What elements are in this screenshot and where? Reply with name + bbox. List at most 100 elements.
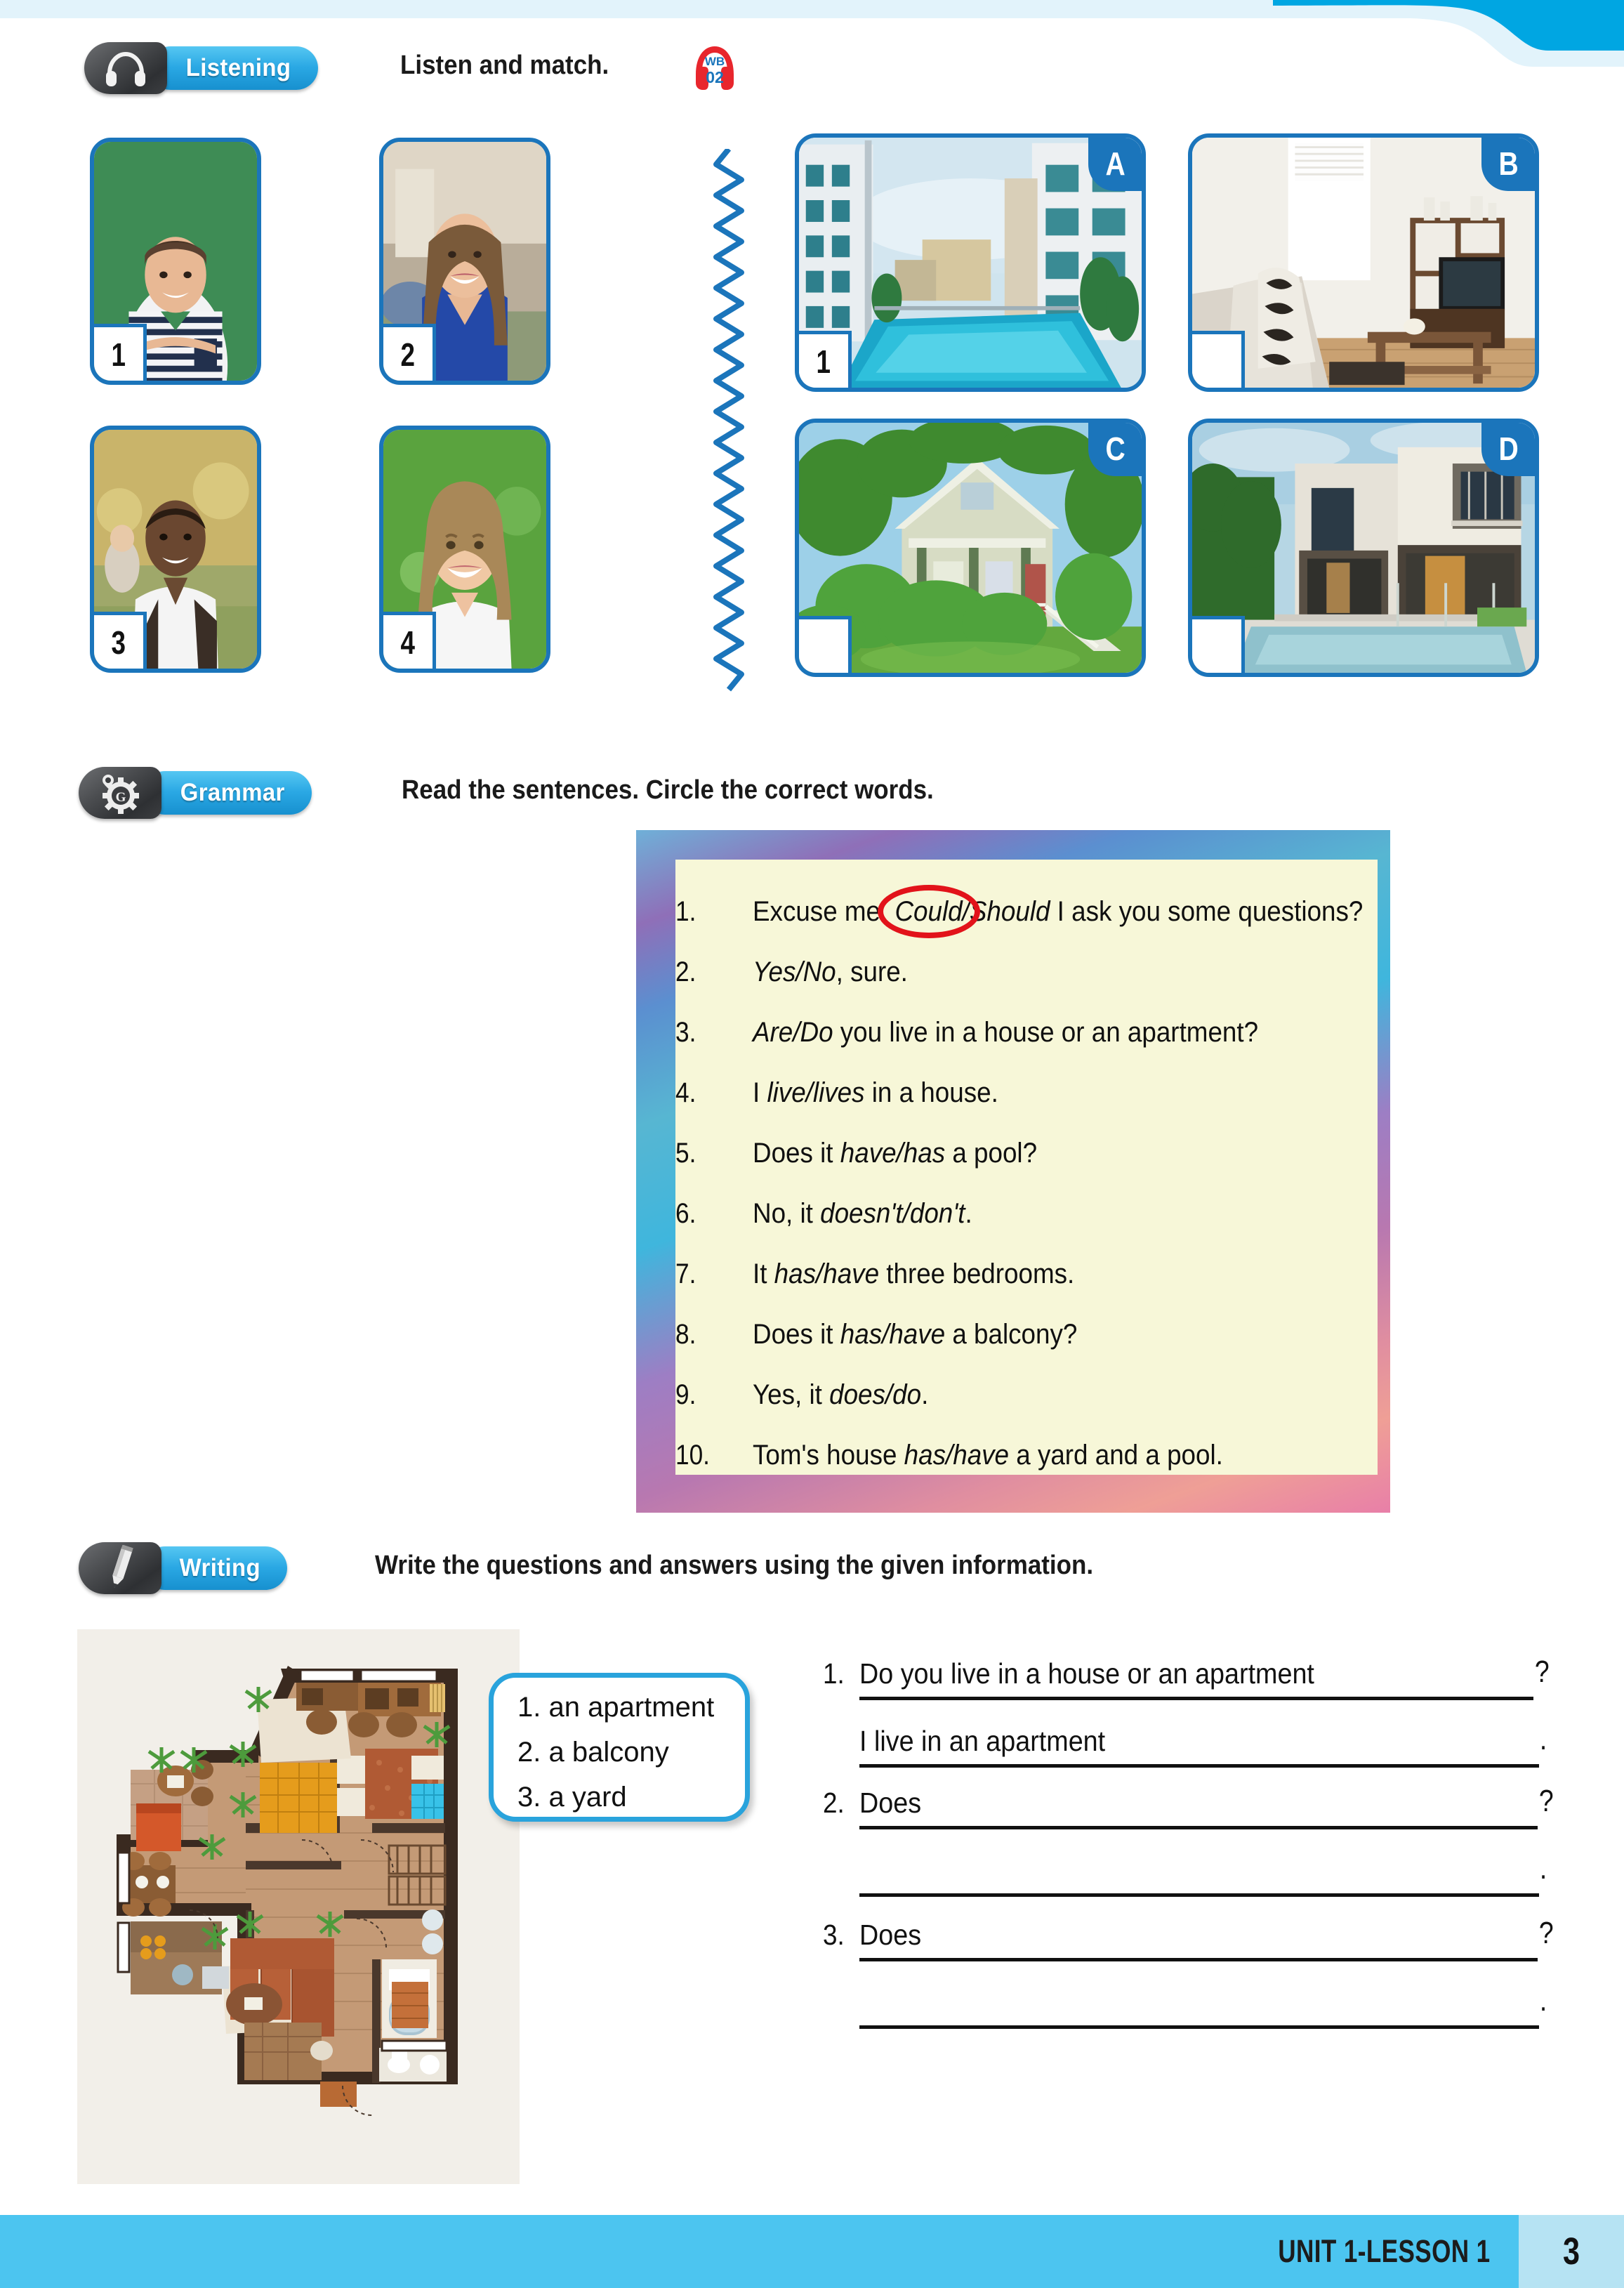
grammar-sentence-body-10: Tom's house has/have a yard and a pool. bbox=[753, 1440, 1223, 1471]
home-photo-card-a[interactable]: A 1 bbox=[795, 133, 1146, 392]
home-letter-badge-d: D bbox=[1481, 423, 1535, 476]
writing-item-2-question-mark: ? bbox=[1538, 1784, 1554, 1818]
home-answer-box-b[interactable] bbox=[1192, 331, 1245, 388]
word-bank-box: 1. an apartment 2. a balcony 3. a yard bbox=[489, 1673, 750, 1822]
grammar-sentence-body-6: No, it doesn't/don't. bbox=[753, 1198, 972, 1229]
grammar-box-inner: 1. Excuse me. Could/Should I ask you som… bbox=[675, 860, 1378, 1475]
writing-item-2-answer-mark: . bbox=[1539, 1851, 1547, 1886]
grammar-tab-pill: Grammar bbox=[143, 771, 312, 815]
grammar-sentence-body-9: Yes, it does/do. bbox=[753, 1379, 929, 1410]
home-photo-card-b[interactable]: B bbox=[1188, 133, 1539, 392]
writing-item-1-question-text: Do you live in a house or an apartment bbox=[859, 1657, 1314, 1690]
writing-item-2-answer-rule bbox=[859, 1893, 1539, 1897]
grammar-sentence-body-5: Does it have/has a pool? bbox=[753, 1138, 1038, 1169]
svg-text:G: G bbox=[116, 790, 126, 805]
gear-icon: G bbox=[79, 767, 161, 819]
grammar-instruction: Read the sentences. Circle the correct w… bbox=[402, 775, 934, 805]
person-number-3: 3 bbox=[111, 624, 126, 661]
writing-item-1-answer-rule bbox=[859, 1764, 1539, 1768]
page-number: 3 bbox=[1562, 2230, 1580, 2273]
home-letter-badge-b: B bbox=[1481, 138, 1535, 191]
home-photo-card-c[interactable]: C bbox=[795, 419, 1146, 677]
zigzag-divider bbox=[708, 147, 750, 700]
floorplan-image bbox=[77, 1629, 520, 2184]
writing-item-3-number: 3. bbox=[823, 1919, 845, 1951]
word-bank-item-1: 1. an apartment bbox=[517, 1692, 715, 1723]
listening-instruction: Listen and match. bbox=[400, 51, 609, 80]
pencil-icon bbox=[79, 1542, 161, 1594]
grammar-section-tab: G Grammar bbox=[79, 767, 312, 819]
header-swoosh-decoration bbox=[1231, 0, 1624, 84]
audio-badge-line2: 02 bbox=[706, 68, 724, 86]
listening-tab-pill: Listening bbox=[149, 46, 319, 90]
person-number-box-1: 1 bbox=[94, 324, 147, 381]
writing-item-3-answer-mark: . bbox=[1539, 1983, 1547, 2018]
home-letter-c: C bbox=[1105, 430, 1126, 467]
audio-badge-line1: WB bbox=[705, 55, 725, 68]
writing-tab-label: Writing bbox=[179, 1554, 261, 1582]
footer-page-cell: 3 bbox=[1519, 2215, 1624, 2288]
grammar-sentence-num-7: 7. bbox=[675, 1258, 697, 1289]
workbook-page: Listening Listen and match. WB 02 1 2 3 … bbox=[0, 0, 1624, 2288]
home-answer-box-d[interactable] bbox=[1192, 616, 1245, 673]
writing-tab-pill: Writing bbox=[143, 1546, 287, 1590]
writing-item-1-answer-mark: . bbox=[1539, 1722, 1547, 1756]
writing-item-2-number: 2. bbox=[823, 1787, 845, 1819]
grammar-box-frame: 1. Excuse me. Could/Should I ask you som… bbox=[636, 830, 1390, 1513]
writing-section-tab: Writing bbox=[79, 1542, 287, 1594]
word-bank-item-2: 2. a balcony bbox=[517, 1737, 669, 1768]
person-number-box-3: 3 bbox=[94, 612, 147, 669]
audio-track-badge[interactable]: WB 02 bbox=[692, 41, 738, 91]
grammar-sentence-num-9: 9. bbox=[675, 1379, 697, 1410]
writing-item-1-answer-text: I live in an apartment bbox=[859, 1725, 1106, 1757]
grammar-sentence-num-6: 6. bbox=[675, 1198, 697, 1229]
person-photo-card-3[interactable]: 3 bbox=[90, 426, 261, 673]
grammar-sentence-num-8: 8. bbox=[675, 1319, 697, 1350]
home-letter-b: B bbox=[1498, 145, 1519, 182]
person-photo-card-2[interactable]: 2 bbox=[379, 138, 550, 385]
person-number-2: 2 bbox=[400, 336, 415, 373]
grammar-sentence-body-7: It has/have three bedrooms. bbox=[753, 1258, 1075, 1289]
home-answer-box-c[interactable] bbox=[799, 616, 852, 673]
writing-item-3-question-mark: ? bbox=[1538, 1916, 1554, 1950]
grammar-sentence-num-1: 1. bbox=[675, 896, 697, 927]
person-number-4: 4 bbox=[400, 624, 415, 661]
footer-unit-label: UNIT 1-LESSON 1 bbox=[1278, 2233, 1491, 2269]
writing-item-2-question-rule bbox=[859, 1826, 1538, 1829]
home-answer-a: 1 bbox=[816, 343, 831, 380]
writing-item-3-answer-rule bbox=[859, 2025, 1539, 2029]
grammar-sentence-num-2: 2. bbox=[675, 956, 697, 987]
person-photo-card-4[interactable]: 4 bbox=[379, 426, 550, 673]
grammar-sentence-body-1: Excuse me. Could/Should I ask you some q… bbox=[753, 896, 1364, 927]
home-letter-badge-a: A bbox=[1088, 138, 1142, 191]
grammar-sentence-body-2: Yes/No, sure. bbox=[753, 956, 908, 987]
grammar-sentence-body-3: Are/Do you live in a house or an apartme… bbox=[753, 1017, 1259, 1048]
home-letter-d: D bbox=[1498, 430, 1519, 467]
home-answer-box-a[interactable]: 1 bbox=[799, 331, 852, 388]
writing-item-1-number: 1. bbox=[823, 1657, 845, 1690]
writing-instruction: Write the questions and answers using th… bbox=[375, 1551, 1094, 1580]
grammar-sentence-body-8: Does it has/have a balcony? bbox=[753, 1319, 1078, 1350]
home-photo-card-d[interactable]: D bbox=[1188, 419, 1539, 677]
person-number-box-2: 2 bbox=[383, 324, 436, 381]
listening-section-tab: Listening bbox=[84, 42, 319, 94]
home-letter-badge-c: C bbox=[1088, 423, 1142, 476]
writing-item-1-question-rule bbox=[859, 1697, 1533, 1700]
home-letter-a: A bbox=[1105, 145, 1126, 182]
grammar-sentence-num-3: 3. bbox=[675, 1017, 697, 1048]
grammar-sentence-body-4: I live/lives in a house. bbox=[753, 1077, 998, 1108]
writing-item-2-question-text: Does bbox=[859, 1787, 922, 1819]
writing-item-3-question-text: Does bbox=[859, 1919, 922, 1951]
headphones-icon bbox=[84, 42, 167, 94]
writing-item-1-question-mark: ? bbox=[1534, 1655, 1550, 1689]
grammar-sentence-num-4: 4. bbox=[675, 1077, 697, 1108]
person-number-1: 1 bbox=[111, 336, 126, 373]
person-photo-card-1[interactable]: 1 bbox=[90, 138, 261, 385]
word-bank-item-3: 3. a yard bbox=[517, 1782, 627, 1813]
grammar-tab-label: Grammar bbox=[180, 779, 285, 806]
person-number-box-4: 4 bbox=[383, 612, 436, 669]
listening-tab-label: Listening bbox=[185, 54, 291, 81]
grammar-sentence-num-10: 10. bbox=[675, 1440, 710, 1471]
writing-item-3-question-rule bbox=[859, 1958, 1538, 1961]
grammar-sentence-num-5: 5. bbox=[675, 1138, 697, 1169]
